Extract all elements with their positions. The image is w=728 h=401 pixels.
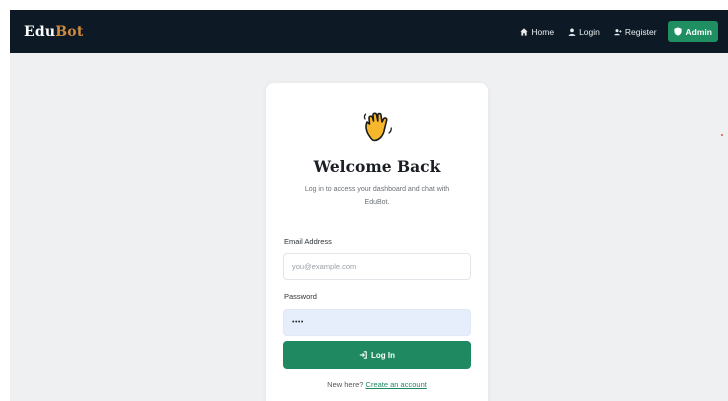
signup-prompt-text: New here? [327,380,364,389]
nav-register-link[interactable]: Register [614,27,657,37]
login-card: Welcome Back Log in to access your dashb… [266,83,488,401]
nav-register-label: Register [624,26,657,37]
nav-login-label: Login [579,26,600,37]
user-plus-icon [614,28,622,35]
brand-part-2: Bot [55,23,84,40]
nav-admin-label: Admin [685,26,712,37]
password-input[interactable] [283,309,471,336]
nav-home-link[interactable]: Home [520,27,554,37]
login-button[interactable]: Log In [283,341,471,369]
email-label: Email Address [284,237,332,246]
waving-hand-icon [363,112,392,142]
login-button-label: Log In [371,350,395,360]
navbar: EduBot Home Login Register Admin [10,10,728,53]
signup-prompt: New here? Create an account [266,380,488,389]
nav-login-link[interactable]: Login [568,27,600,37]
password-label: Password [284,292,317,301]
nav-links: Home Login Register Admin [520,21,718,42]
shield-icon [673,27,682,36]
page: EduBot Home Login Register Admin Welcome… [10,10,728,401]
user-icon [568,28,576,36]
email-input[interactable] [283,253,471,280]
create-account-link[interactable]: Create an account [366,380,427,389]
brand-part-1: Edu [24,23,56,40]
card-title: Welcome Back [313,157,441,176]
login-icon [359,351,367,359]
decorative-dot [721,134,723,136]
nav-home-label: Home [531,26,555,37]
home-icon [520,27,528,36]
card-subtitle: Log in to access your dashboard and chat… [304,186,450,206]
brand-logo[interactable]: EduBot [24,24,84,40]
nav-admin-button[interactable]: Admin [667,21,718,42]
